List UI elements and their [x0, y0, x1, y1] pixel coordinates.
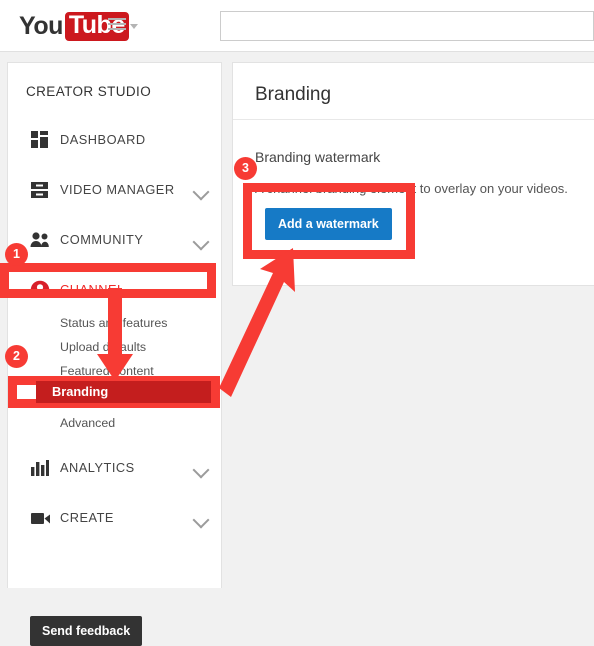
sidebar-subitem-upload-defaults[interactable]: Upload defaults [8, 335, 221, 359]
create-camera-icon [30, 508, 50, 528]
channel-person-icon [30, 280, 50, 300]
content-divider [233, 119, 594, 120]
logo-you-text: You [19, 11, 63, 40]
sidebar-item-analytics[interactable]: ANALYTICS [8, 453, 221, 483]
chevron-down-icon[interactable] [192, 461, 210, 479]
sidebar-subitem-advanced[interactable]: Advanced [8, 411, 221, 435]
sidebar-subitem-label: Upload defaults [60, 340, 147, 354]
sidebar-item-dashboard[interactable]: DASHBOARD [8, 125, 221, 155]
creator-studio-title: CREATOR STUDIO [26, 84, 152, 99]
hamburger-menu-icon [108, 18, 126, 31]
branding-content-card: Branding Branding watermark A channel br… [232, 62, 594, 286]
chevron-down-icon[interactable] [192, 233, 210, 251]
sidebar-item-label: DASHBOARD [60, 132, 146, 147]
creator-studio-sidebar: CREATOR STUDIO DASHBOARD VIDEO MANAGER C… [7, 62, 222, 646]
sidebar-item-label: VIDEO MANAGER [60, 182, 175, 197]
add-watermark-button[interactable]: Add a watermark [265, 208, 392, 240]
analytics-bars-icon [30, 458, 50, 478]
send-feedback-button[interactable]: Send feedback [30, 616, 143, 646]
video-manager-icon [30, 180, 50, 200]
sidebar-item-create[interactable]: CREATE [8, 503, 221, 533]
community-people-icon [30, 230, 50, 250]
chevron-down-icon[interactable] [192, 511, 210, 529]
dashboard-icon [30, 130, 50, 150]
sidebar-item-label: CHANNEL [60, 282, 125, 297]
section-heading-branding-watermark: Branding watermark [255, 149, 381, 165]
sidebar-item-label: COMMUNITY [60, 232, 144, 247]
caret-down-icon [130, 23, 138, 29]
chevron-down-icon[interactable] [192, 183, 210, 201]
sidebar-item-channel[interactable]: CHANNEL [8, 275, 221, 305]
sidebar-subitem-label: Status and features [60, 316, 168, 330]
sidebar-subitem-status-and-features[interactable]: Status and features [8, 311, 221, 335]
section-description: A channel branding element to overlay on… [255, 181, 568, 196]
page-title: Branding [255, 84, 332, 105]
sidebar-subitem-featured-content[interactable]: Featured content [8, 359, 221, 383]
sidebar-item-community[interactable]: COMMUNITY [8, 225, 221, 255]
sidebar-item-label: ANALYTICS [60, 460, 135, 475]
search-input[interactable] [220, 11, 594, 41]
top-header: You Tube [0, 0, 594, 52]
sidebar-item-video-manager[interactable]: VIDEO MANAGER [8, 175, 221, 205]
sidebar-subitem-label: Branding [60, 389, 110, 403]
sidebar-subitem-label: Advanced [60, 416, 116, 430]
sidebar-item-label: CREATE [60, 510, 114, 525]
sidebar-subitem-label: Featured content [60, 364, 154, 378]
sidebar-subitem-branding[interactable]: Branding [8, 384, 221, 408]
guide-menu-button[interactable] [108, 18, 138, 31]
page-root: You Tube CREATOR STUDIO DASHBOARD VIDEO M… [0, 0, 594, 646]
